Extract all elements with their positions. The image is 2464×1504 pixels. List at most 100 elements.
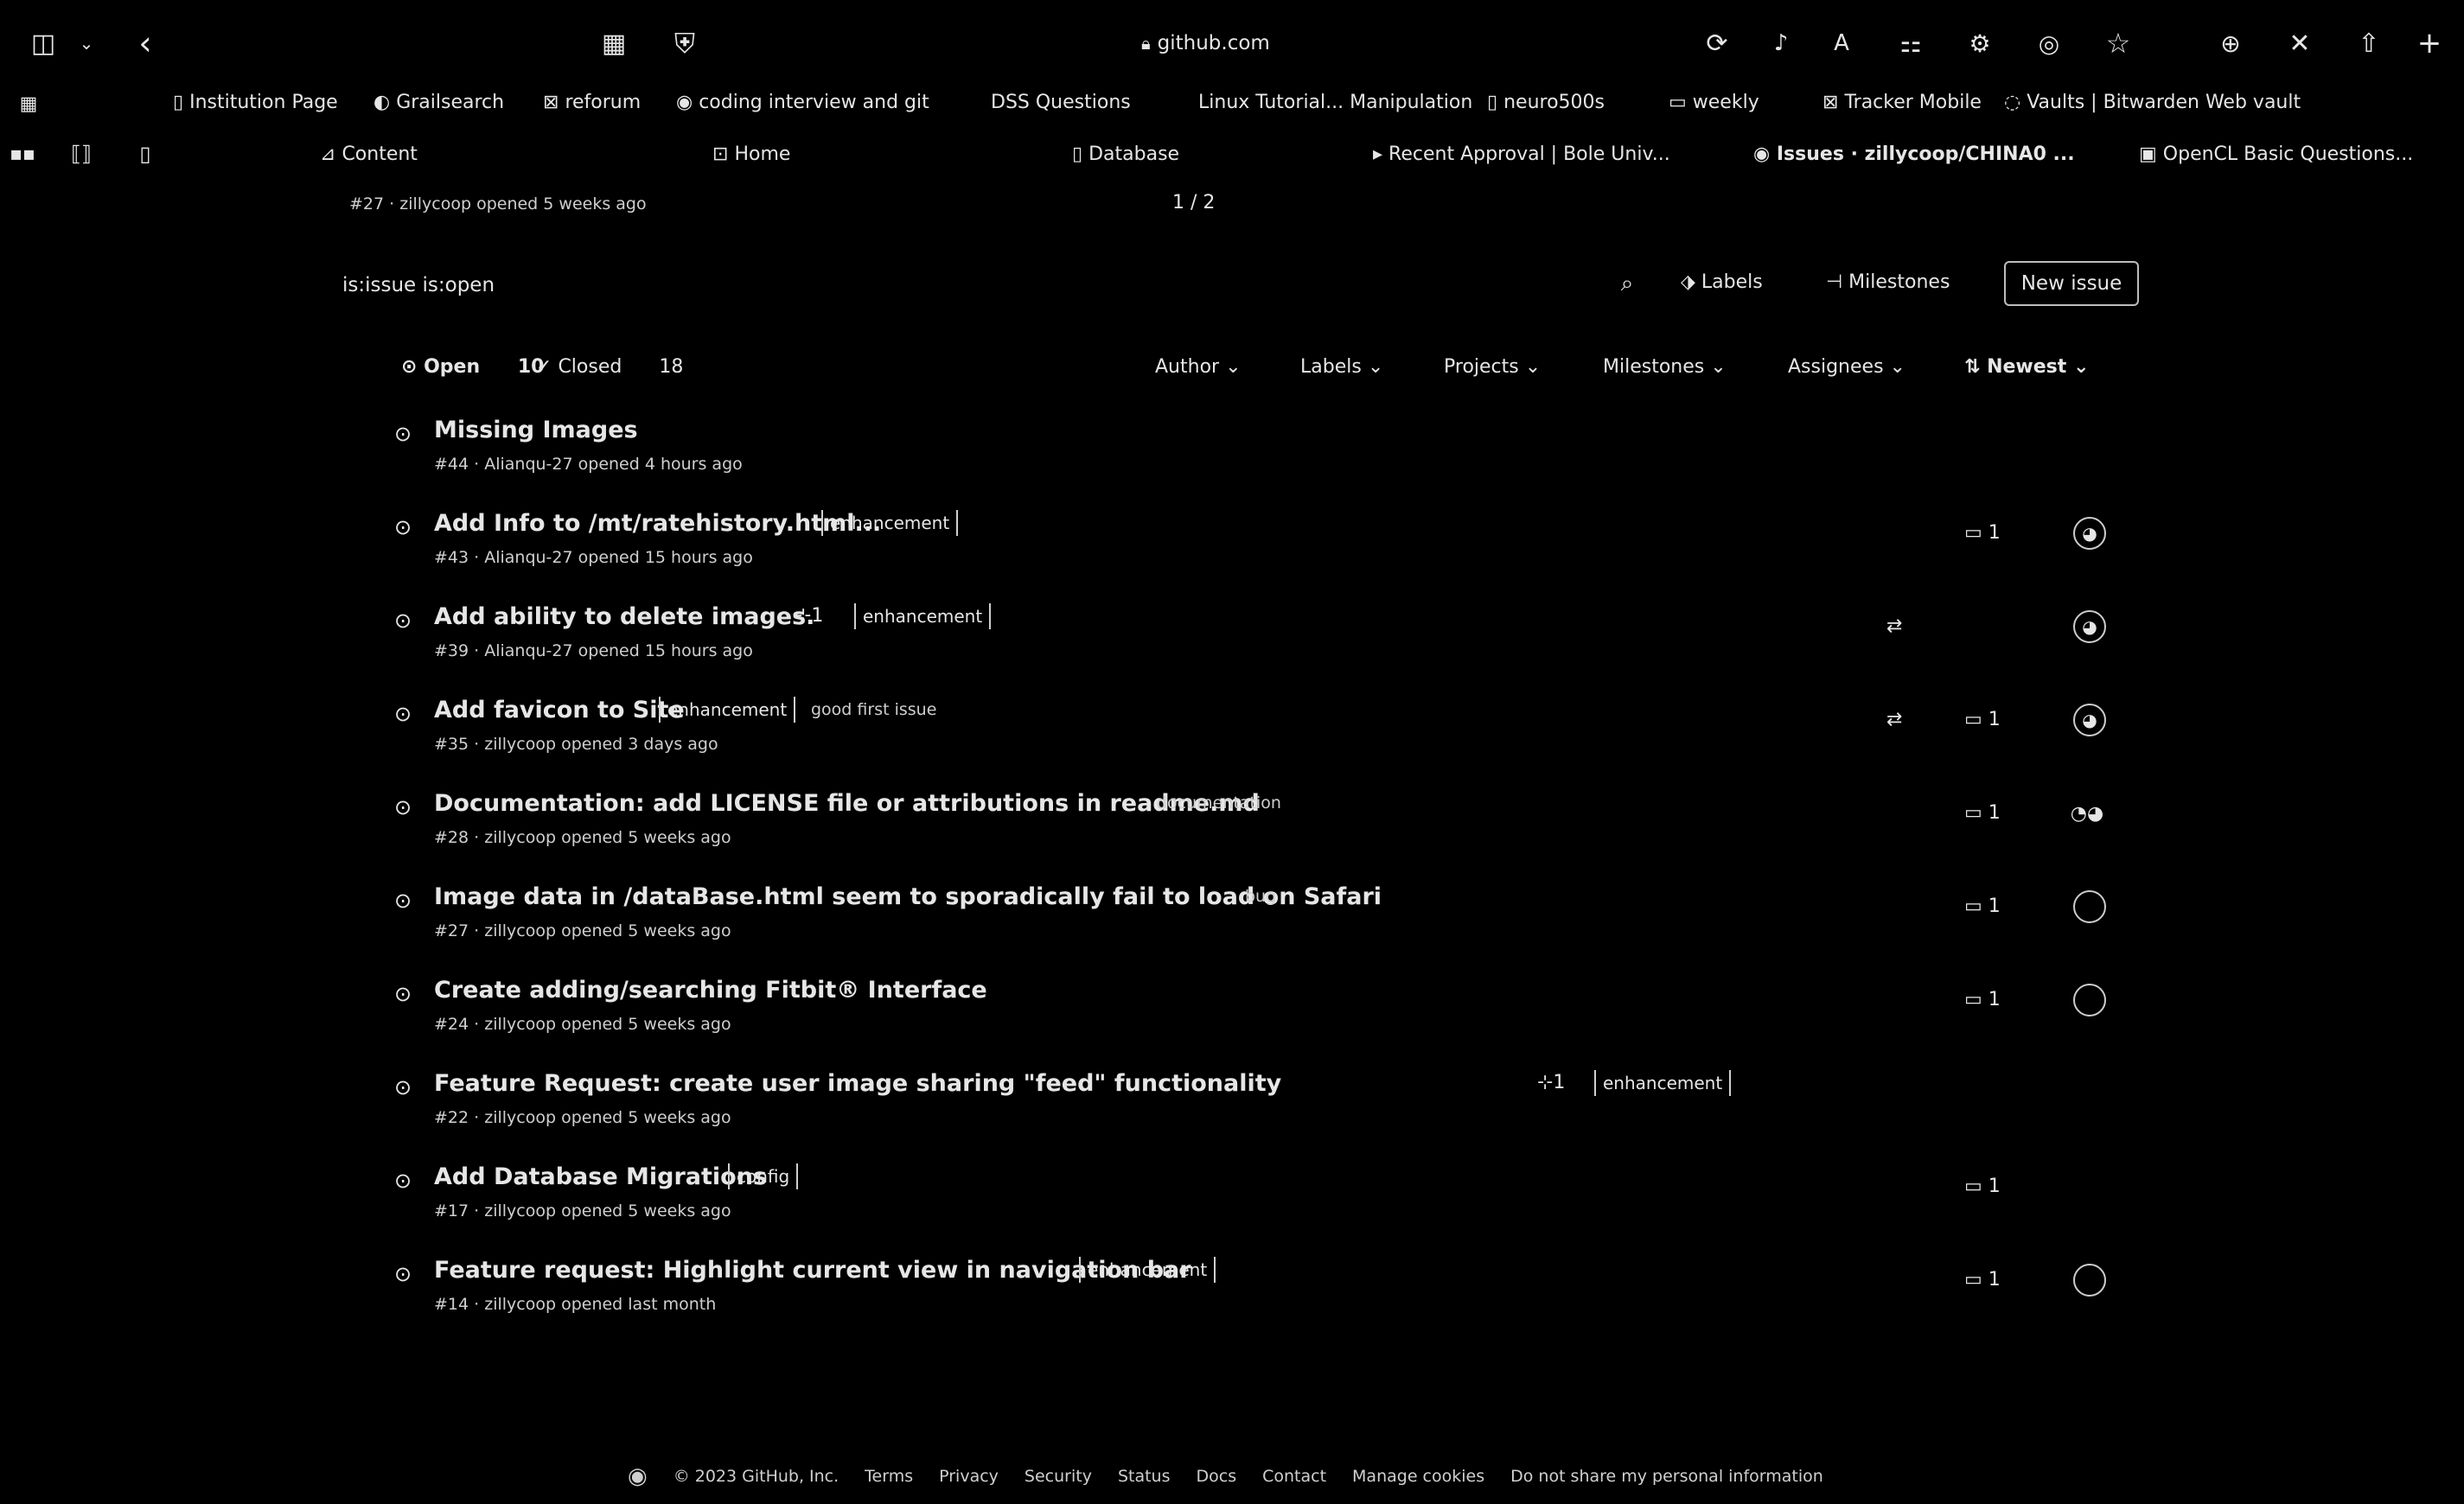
footer-link-personal-info[interactable]: Do not share my personal information xyxy=(1510,1467,1823,1486)
assignee-avatar[interactable] xyxy=(2073,890,2106,923)
puzzle-icon[interactable]: ⚙ xyxy=(1963,28,1997,59)
labels-button[interactable]: ⬗ Labels xyxy=(1681,271,1763,293)
tab-content[interactable]: ⊿ Content xyxy=(320,143,418,165)
comment-count[interactable]: ▭ 1 xyxy=(1964,989,2001,1010)
issue-label[interactable]: config xyxy=(728,1163,799,1189)
assignees-filter[interactable]: Assignees ⌄ xyxy=(1788,356,1905,378)
issue-label[interactable]: enhancement xyxy=(1594,1070,1732,1096)
address-bar[interactable]: 🔒︎ github.com xyxy=(1141,26,1331,61)
footer-link-privacy[interactable]: Privacy xyxy=(939,1467,999,1486)
issue-row[interactable]: ⊙ Add favicon to Site enhancement good f… xyxy=(380,678,2127,771)
bookmark-item[interactable]: ⊠ Tracker Mobile xyxy=(1822,92,1982,113)
tab-home[interactable]: ⊡ Home xyxy=(712,143,790,165)
issue-label[interactable]: good first issue xyxy=(811,700,936,719)
issue-title[interactable]: Missing Images xyxy=(434,417,638,443)
pinned-tab-icon[interactable]: ▯ xyxy=(126,138,164,169)
tools-icon[interactable]: ✕ xyxy=(2282,28,2317,59)
extension-icon[interactable]: ⚏ xyxy=(1893,28,1928,59)
tab-database[interactable]: ▯ Database xyxy=(1072,143,1179,165)
open-issues-tab[interactable]: ⊙ Open 10 xyxy=(401,356,544,378)
bookmark-item[interactable]: Linux Tutorial... Manipulation xyxy=(1198,92,1472,113)
issue-title[interactable]: Add Database Migrations xyxy=(434,1163,767,1190)
tracker-icon[interactable]: ◎ xyxy=(2032,28,2066,59)
closed-issues-tab[interactable]: ✓ Closed 18 xyxy=(536,356,683,378)
issue-label[interactable]: enhancement xyxy=(1079,1257,1216,1283)
new-issue-button[interactable]: New issue xyxy=(2004,261,2139,306)
assignee-avatar[interactable]: ◔◕ xyxy=(2066,797,2108,830)
bookmark-item[interactable]: ◌ Vaults | Bitwarden Web vault xyxy=(2004,92,2301,113)
bitwarden-icon[interactable]: ⊕ xyxy=(2213,28,2248,59)
issue-row[interactable]: ⊙ Feature request: Highlight current vie… xyxy=(380,1238,2127,1331)
reload-icon[interactable]: ⟳ xyxy=(1700,28,1734,59)
issue-title[interactable]: Image data in /dataBase.html seem to spo… xyxy=(434,883,1382,910)
issue-title[interactable]: Add Info to /mt/ratehistory.html... xyxy=(434,510,881,537)
comment-count[interactable]: ▭ 1 xyxy=(1964,1176,2001,1197)
assignee-avatar[interactable]: ◕ xyxy=(2073,610,2106,643)
footer-link-terms[interactable]: Terms xyxy=(865,1467,913,1486)
tab-approval[interactable]: ▸ Recent Approval | Bole Univ... xyxy=(1373,143,1670,165)
pull-request-icon[interactable]: ⇄ xyxy=(1886,615,1902,637)
bookmark-item[interactable]: ▯ Institution Page xyxy=(173,92,338,113)
issue-title[interactable]: Feature request: Highlight current view … xyxy=(434,1257,1191,1284)
issue-row[interactable]: ⊙ Image data in /dataBase.html seem to s… xyxy=(380,864,2127,958)
shield-icon[interactable]: ⛨ xyxy=(667,26,702,61)
chevron-down-icon[interactable]: ⌄ xyxy=(76,31,97,55)
issue-title[interactable]: Add ability to delete images. xyxy=(434,603,814,630)
issue-row[interactable]: ⊙ Create adding/searching Fitbit® Interf… xyxy=(380,958,2127,1051)
apps-grid-icon[interactable]: ▦ xyxy=(16,92,41,116)
tab-overview-icon[interactable]: ▦ xyxy=(597,28,631,59)
issue-label[interactable]: bug xyxy=(1245,887,1276,906)
bookmark-item[interactable]: ◉ coding interview and git xyxy=(676,92,929,113)
assignee-avatar[interactable]: ◕ xyxy=(2073,517,2106,550)
back-icon[interactable]: ‹ xyxy=(130,24,161,62)
bookmark-item[interactable]: ▯ neuro500s xyxy=(1487,92,1605,113)
issue-title[interactable]: Documentation: add LICENSE file or attri… xyxy=(434,790,1260,817)
issue-row[interactable]: ⊙ Documentation: add LICENSE file or att… xyxy=(380,771,2127,864)
assignee-avatar[interactable]: ◕ xyxy=(2073,704,2106,736)
star-icon[interactable]: ☆ xyxy=(2101,26,2135,61)
audio-icon[interactable]: ♪ xyxy=(1764,28,1798,59)
author-filter[interactable]: Author ⌄ xyxy=(1155,356,1242,378)
milestones-filter[interactable]: Milestones ⌄ xyxy=(1603,356,1727,378)
issue-row[interactable]: ⊙ Missing Images #44 · Alianqu-27 opened… xyxy=(380,398,2127,491)
issue-label[interactable]: documentation xyxy=(1157,793,1281,813)
comment-count[interactable]: ▭ 1 xyxy=(1964,802,2001,824)
pull-request-icon[interactable]: ⇄ xyxy=(1886,709,1902,730)
issue-row[interactable]: ⊙ Feature Request: create user image sha… xyxy=(380,1051,2127,1144)
assignee-avatar[interactable] xyxy=(2073,984,2106,1016)
pinned-tab-icon[interactable]: ⟦⟧ xyxy=(62,138,100,169)
issue-label[interactable]: enhancement xyxy=(854,603,992,629)
comment-count[interactable]: ▭ 1 xyxy=(1964,709,2001,730)
footer-link-contact[interactable]: Contact xyxy=(1262,1467,1326,1486)
text-size-icon[interactable]: A xyxy=(1824,28,1859,59)
footer-link-cookies[interactable]: Manage cookies xyxy=(1352,1467,1484,1486)
footer-link-security[interactable]: Security xyxy=(1025,1467,1092,1486)
grid-icon[interactable]: ▪▪ xyxy=(7,140,38,168)
tab-issues[interactable]: ◉ Issues · zillycoop/CHINA0 ... xyxy=(1753,143,2075,165)
issue-label[interactable]: enhancement xyxy=(821,510,959,536)
issue-row[interactable]: ⊙ Add Database Migrations config #17 · z… xyxy=(380,1144,2127,1238)
assignee-avatar[interactable] xyxy=(2073,1264,2106,1297)
issue-row[interactable]: ⊙ Add Info to /mt/ratehistory.html... en… xyxy=(380,491,2127,584)
issue-label[interactable]: enhancement xyxy=(659,697,796,723)
new-tab-icon[interactable]: + xyxy=(2412,26,2447,61)
comment-count[interactable]: ▭ 1 xyxy=(1964,522,2001,544)
sort-filter[interactable]: ⇅ Newest ⌄ xyxy=(1964,356,2089,378)
comment-count[interactable]: ▭ 1 xyxy=(1964,895,2001,917)
bookmark-item[interactable]: DSS Questions xyxy=(991,92,1131,113)
bookmark-item[interactable]: ◐ Grailsearch xyxy=(373,92,504,113)
bookmark-item[interactable]: ⊠ reforum xyxy=(543,92,641,113)
search-icon[interactable]: ⌕ xyxy=(1612,268,1643,299)
issue-title[interactable]: Add favicon to Site xyxy=(434,697,685,723)
issue-title[interactable]: Create adding/searching Fitbit® Interfac… xyxy=(434,977,987,1004)
issue-search-input[interactable]: is:issue is:open xyxy=(342,268,1605,303)
sidebar-toggle-icon[interactable]: ◫ xyxy=(26,28,61,59)
issue-row[interactable]: ⊙ Add ability to delete images. ⊹1 enhan… xyxy=(380,584,2127,678)
projects-filter[interactable]: Projects ⌄ xyxy=(1444,356,1541,378)
share-icon[interactable]: ⇧ xyxy=(2352,26,2386,61)
footer-link-docs[interactable]: Docs xyxy=(1197,1467,1237,1486)
labels-filter[interactable]: Labels ⌄ xyxy=(1300,356,1383,378)
tab-opencl[interactable]: ▣ OpenCL Basic Questions... xyxy=(2139,143,2413,165)
milestones-button[interactable]: ⊣ Milestones xyxy=(1826,271,1950,293)
footer-link-status[interactable]: Status xyxy=(1118,1467,1171,1486)
